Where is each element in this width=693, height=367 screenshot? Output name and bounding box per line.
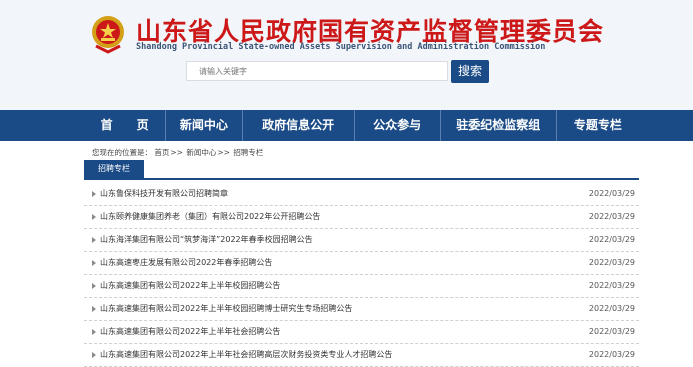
breadcrumb-prefix: 您现在的位置是：: [92, 148, 152, 157]
article-list: 山东鲁保科技开发有限公司招聘简章 2022/03/29 山东颐养健康集团养老（集团…: [84, 183, 639, 367]
bullet-icon: [92, 283, 96, 289]
nav-item-gov-info[interactable]: 政府信息公开: [243, 110, 355, 141]
national-emblem-icon: [92, 16, 124, 54]
section-tab-recruit[interactable]: 招聘专栏: [84, 160, 144, 178]
list-item[interactable]: 山东高速集团有限公司2022年上半年校园招聘博士研究生专场招聘公告 2022/03…: [84, 298, 639, 321]
list-item[interactable]: 山东高速集团有限公司2022年上半年社会招聘公告 2022/03/29: [84, 321, 639, 344]
breadcrumb-link-home[interactable]: 首页: [154, 148, 169, 157]
list-item-title[interactable]: 山东鲁保科技开发有限公司招聘简章: [100, 183, 228, 205]
list-item-date: 2022/03/29: [588, 235, 635, 244]
site-subtitle: Shandong Provincial State-owned Assets S…: [136, 42, 546, 52]
list-item-date: 2022/03/29: [588, 327, 635, 336]
bullet-icon: [92, 260, 96, 266]
list-item[interactable]: 山东颐养健康集团养老（集团）有限公司2022年公开招聘公告 2022/03/29: [84, 206, 639, 229]
search-button[interactable]: 搜索: [451, 60, 489, 83]
list-item-title[interactable]: 山东高速集团有限公司2022年上半年校园招聘公告: [100, 275, 280, 297]
nav-item-discipline[interactable]: 驻委纪检监察组: [441, 110, 557, 141]
list-item[interactable]: 山东高速集团有限公司2022年上半年社会招聘高层次财务投资类专业人才招聘公告 20…: [84, 344, 639, 367]
bullet-icon: [92, 352, 96, 358]
site-header: 山东省人民政府国有资产监督管理委员会 Shandong Provincial S…: [0, 0, 693, 110]
breadcrumb: 您现在的位置是： 首页>> 新闻中心>> 招聘专栏: [92, 147, 263, 158]
list-item-date: 2022/03/29: [588, 189, 635, 198]
breadcrumb-link-recruit[interactable]: 招聘专栏: [233, 148, 263, 157]
list-item[interactable]: 山东鲁保科技开发有限公司招聘简章 2022/03/29: [84, 183, 639, 206]
list-item[interactable]: 山东海洋集团有限公司“筑梦海洋”2022年春季校园招聘公告 2022/03/29: [84, 229, 639, 252]
list-item-title[interactable]: 山东高速枣庄发展有限公司2022年春季招聘公告: [100, 252, 272, 274]
breadcrumb-link-news[interactable]: 新闻中心: [186, 148, 216, 157]
list-item-date: 2022/03/29: [588, 281, 635, 290]
bullet-icon: [92, 237, 96, 243]
list-item-date: 2022/03/29: [588, 304, 635, 313]
main-nav: 首 页 新闻中心 政府信息公开 公众参与 驻委纪检监察组 专题专栏: [0, 110, 693, 141]
bullet-icon: [92, 329, 96, 335]
breadcrumb-separator: >>: [170, 148, 183, 157]
breadcrumb-separator: >>: [217, 148, 230, 157]
nav-item-news[interactable]: 新闻中心: [166, 110, 243, 141]
list-item[interactable]: 山东高速集团有限公司2022年上半年校园招聘公告 2022/03/29: [84, 275, 639, 298]
list-item-date: 2022/03/29: [588, 350, 635, 359]
nav-item-special[interactable]: 专题专栏: [557, 110, 639, 141]
list-item-date: 2022/03/29: [588, 258, 635, 267]
list-item-title[interactable]: 山东高速集团有限公司2022年上半年社会招聘高层次财务投资类专业人才招聘公告: [100, 344, 392, 366]
list-item-date: 2022/03/29: [588, 212, 635, 221]
bullet-icon: [92, 191, 96, 197]
list-item-title[interactable]: 山东海洋集团有限公司“筑梦海洋”2022年春季校园招聘公告: [100, 229, 313, 251]
list-item-title[interactable]: 山东高速集团有限公司2022年上半年校园招聘博士研究生专场招聘公告: [100, 298, 352, 320]
list-item-title[interactable]: 山东高速集团有限公司2022年上半年社会招聘公告: [100, 321, 280, 343]
list-item[interactable]: 山东高速枣庄发展有限公司2022年春季招聘公告 2022/03/29: [84, 252, 639, 275]
section-header: 招聘专栏: [84, 160, 639, 180]
nav-item-public[interactable]: 公众参与: [355, 110, 441, 141]
search-input[interactable]: [186, 61, 448, 81]
bullet-icon: [92, 214, 96, 220]
list-item-title[interactable]: 山东颐养健康集团养老（集团）有限公司2022年公开招聘公告: [100, 206, 320, 228]
nav-item-home[interactable]: 首 页: [84, 110, 167, 141]
bullet-icon: [92, 306, 96, 312]
